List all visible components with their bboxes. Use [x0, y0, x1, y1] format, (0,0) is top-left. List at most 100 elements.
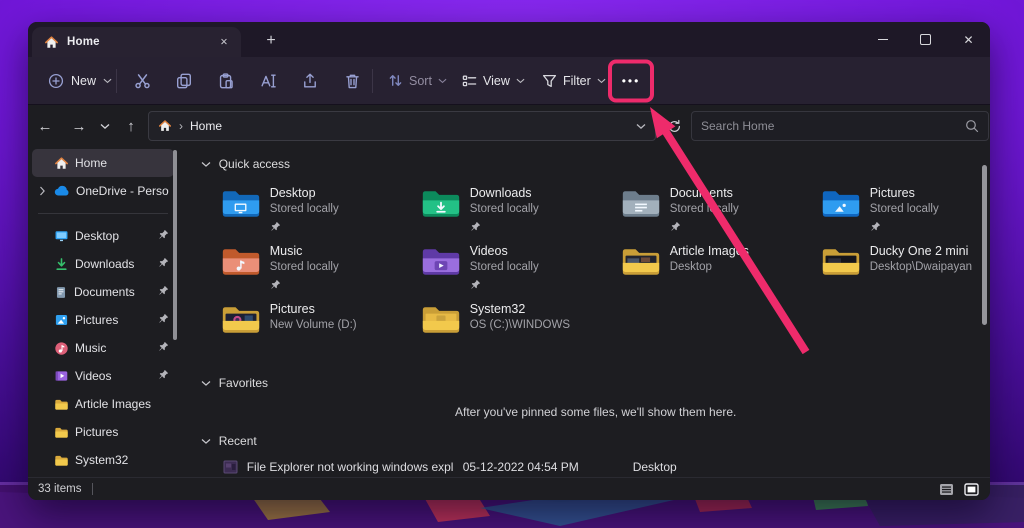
items-count: 33 items	[38, 483, 81, 495]
pin-icon	[870, 219, 939, 230]
new-button[interactable]: New	[40, 64, 120, 98]
sidebar-item-label: Videos	[75, 369, 152, 383]
sidebar-item-onedrive[interactable]: OneDrive - Perso	[32, 177, 174, 205]
sidebar-item-pictures[interactable]: Pictures	[32, 306, 174, 334]
tile-name: Ducky One 2 mini	[870, 244, 972, 259]
sidebar-item-label: Desktop	[75, 229, 152, 243]
tile-documents[interactable]: Documents Stored locally	[621, 186, 821, 244]
tab-close-icon[interactable]: ✕	[215, 33, 233, 51]
see-more-icon: •••	[622, 74, 641, 88]
tab-home[interactable]: Home ✕	[32, 27, 241, 57]
content-scrollbar[interactable]	[982, 165, 987, 325]
chevron-down-icon	[103, 78, 112, 84]
file-thumbnail-icon	[223, 460, 238, 474]
toolbar-divider	[116, 69, 117, 93]
section-collapse-icon[interactable]	[201, 380, 211, 387]
sidebar-item-home[interactable]: Home	[32, 149, 174, 177]
sidebar-item-label: Home	[75, 156, 169, 170]
tile-downloads[interactable]: Downloads Stored locally	[421, 186, 621, 244]
sidebar-item-label: Downloads	[75, 257, 152, 271]
home-icon	[158, 119, 172, 133]
section-collapse-icon[interactable]	[201, 438, 211, 445]
see-more-button[interactable]: •••	[613, 64, 649, 98]
new-tab-button[interactable]: +	[258, 28, 284, 53]
close-button[interactable]: ✕	[947, 22, 990, 57]
filter-button[interactable]: Filter	[534, 64, 614, 98]
videos-folder-icon	[421, 246, 461, 278]
sidebar-item-music[interactable]: Music	[32, 334, 174, 362]
tile-subtitle: Stored locally	[270, 260, 339, 274]
delete-button[interactable]	[334, 64, 370, 98]
address-dropdown-icon[interactable]	[636, 123, 646, 130]
sidebar-item-article-images[interactable]: Article Images	[32, 390, 174, 418]
tile-music[interactable]: Music Stored locally	[221, 244, 421, 302]
sidebar-scrollbar[interactable]	[173, 150, 177, 340]
view-icon	[462, 74, 477, 88]
sort-button[interactable]: Sort	[380, 64, 455, 98]
cut-button[interactable]	[124, 64, 160, 98]
share-button[interactable]	[292, 64, 328, 98]
view-label: View	[483, 74, 510, 88]
quick-access-grid: Desktop Stored locally	[221, 186, 990, 360]
tile-subtitle: Stored locally	[470, 202, 539, 216]
back-button[interactable]: ←	[30, 111, 60, 141]
breadcrumb-home[interactable]: Home	[190, 119, 222, 133]
minimize-button[interactable]	[861, 22, 904, 57]
pin-icon	[470, 277, 539, 288]
tile-name: Videos	[470, 244, 539, 259]
sidebar-item-videos[interactable]: Videos	[32, 362, 174, 390]
sidebar-item-label: Article Images	[75, 397, 169, 411]
pin-icon	[158, 369, 169, 383]
tile-name: Music	[270, 244, 339, 259]
refresh-button[interactable]	[660, 111, 688, 141]
rename-button[interactable]	[250, 64, 286, 98]
section-label: Recent	[219, 434, 257, 448]
tile-pictures[interactable]: Pictures Stored locally	[821, 186, 990, 244]
recent-file-date: 05-12-2022 04:54 PM	[463, 460, 633, 474]
sidebar-item-system32[interactable]: System32	[32, 446, 174, 474]
recent-locations-button[interactable]	[94, 111, 116, 141]
tile-pictures-d-drive[interactable]: Pictures New Volume (D:)	[221, 302, 421, 360]
sidebar-item-pictures-folder[interactable]: Pictures	[32, 418, 174, 446]
large-icons-view-toggle[interactable]	[962, 482, 980, 497]
file-explorer-window: Home ✕ + ✕ New	[28, 22, 990, 500]
tile-desktop[interactable]: Desktop Stored locally	[221, 186, 421, 244]
search-box[interactable]	[691, 111, 989, 141]
chevron-down-icon	[597, 78, 606, 84]
tile-videos[interactable]: Videos Stored locally	[421, 244, 621, 302]
section-label: Quick access	[219, 157, 290, 171]
refresh-icon	[667, 119, 682, 134]
sidebar-item-label: Pictures	[75, 425, 169, 439]
sidebar-item-documents[interactable]: Documents	[32, 278, 174, 306]
tile-system32[interactable]: System32 OS (C:)\WINDOWS	[421, 302, 621, 360]
section-collapse-icon[interactable]	[201, 161, 211, 168]
paste-button[interactable]	[208, 64, 244, 98]
expand-chevron-icon[interactable]	[37, 186, 48, 196]
sidebar-divider	[38, 213, 168, 214]
address-bar[interactable]: › Home	[148, 111, 656, 141]
sidebar-item-downloads[interactable]: Downloads	[32, 250, 174, 278]
tab-title: Home	[67, 36, 207, 48]
forward-button[interactable]: →	[64, 111, 94, 141]
section-favorites[interactable]: Favorites	[201, 374, 990, 392]
copy-button[interactable]	[166, 64, 202, 98]
chevron-down-icon	[100, 123, 110, 130]
maximize-button[interactable]	[904, 22, 947, 57]
details-view-toggle[interactable]	[937, 482, 955, 497]
section-quick-access[interactable]: Quick access	[201, 155, 990, 173]
sidebar-item-desktop[interactable]: Desktop	[32, 222, 174, 250]
documents-folder-icon	[621, 188, 661, 220]
content-pane: Quick access Desktop Stored	[178, 147, 990, 477]
view-button[interactable]: View	[454, 64, 533, 98]
tile-name: Documents	[670, 186, 739, 201]
videos-icon	[54, 369, 69, 383]
search-input[interactable]	[701, 119, 959, 133]
section-recent[interactable]: Recent	[201, 432, 990, 450]
pin-icon	[158, 285, 169, 299]
tile-article-images[interactable]: Article Images Desktop	[621, 244, 821, 302]
status-bar: 33 items	[28, 477, 990, 500]
tile-ducky-one-2-mini[interactable]: Ducky One 2 mini Desktop\Dwaipayan	[821, 244, 990, 302]
home-icon	[44, 35, 59, 50]
up-button[interactable]: ↑	[116, 111, 146, 141]
recent-file-row[interactable]: File Explorer not working windows explor…	[223, 460, 990, 474]
